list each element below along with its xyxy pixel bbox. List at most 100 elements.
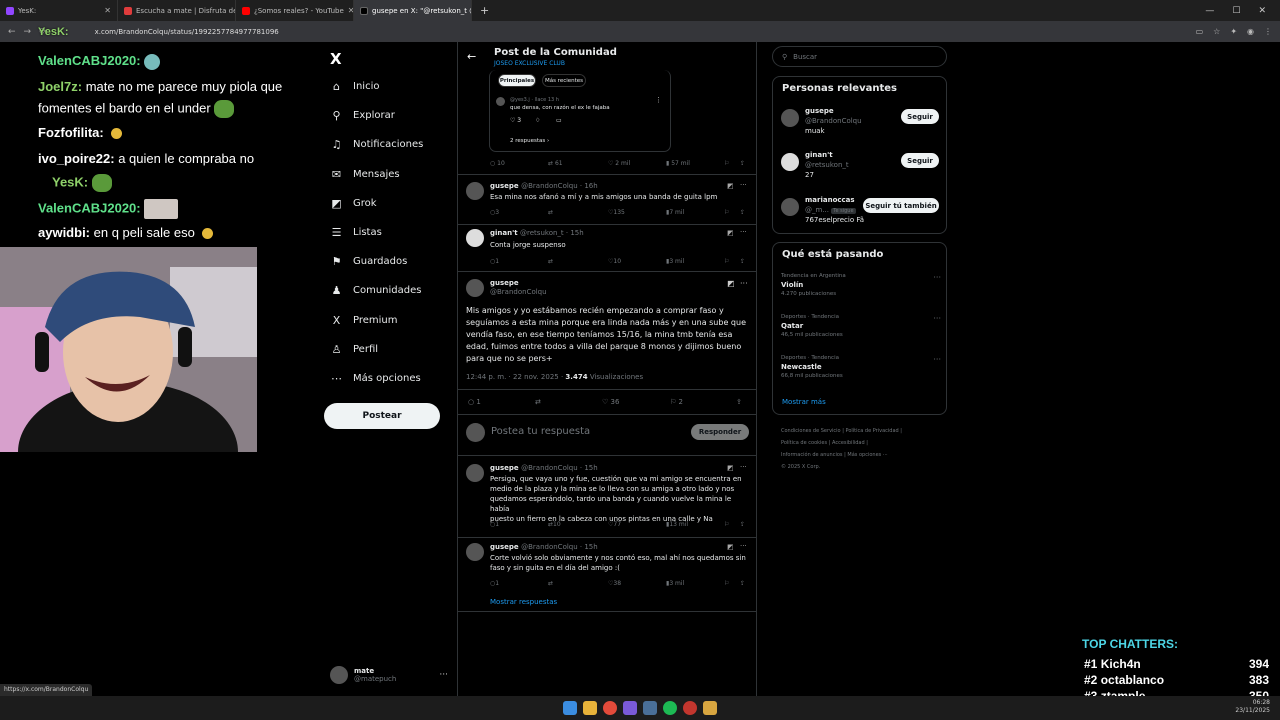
follow-button[interactable]: Seguir [901, 109, 939, 124]
browser-tab[interactable]: Escucha a mate | Disfruta de la✕ [118, 0, 236, 21]
post-button[interactable]: Postear [324, 403, 440, 429]
community-name[interactable]: JOSEO EXCLUSIVE CLUB [494, 60, 565, 67]
replies-link[interactable]: 2 respuestas › [510, 138, 549, 144]
system-clock[interactable]: 06:28 23/11/2025 [1235, 699, 1270, 715]
reply-icon[interactable]: ○ 10 [490, 160, 505, 167]
share-icon[interactable]: ⇪ [740, 209, 745, 216]
reply-author[interactable]: gusepe @BrandonColqu · 15h [490, 543, 598, 551]
obs-icon[interactable] [683, 701, 697, 715]
start-icon[interactable] [563, 701, 577, 715]
like-icon[interactable]: ♡ 38 [608, 580, 621, 587]
trend-item[interactable]: Tendencia en Argentina Violín 4.270 public… [781, 273, 941, 297]
comment-icon[interactable]: ▭ [556, 117, 562, 124]
search-input[interactable]: ⚲ Buscar [772, 46, 947, 67]
star-icon[interactable]: ☆ [1213, 27, 1220, 36]
bookmark-icon[interactable]: ⚐ [724, 521, 729, 528]
trend-item[interactable]: Deportes · Tendencia Newcastle 66,8 mil pu… [781, 355, 941, 379]
reply-input[interactable]: Postea tu respuesta [491, 426, 590, 437]
reply-author[interactable]: ginan't @retsukon_t · 15h [490, 229, 584, 237]
close-window-icon[interactable]: ✕ [1258, 6, 1266, 16]
grok-icon[interactable]: ◩ [727, 279, 735, 288]
bookmark-icon[interactable]: ⚐ [724, 209, 729, 216]
more-horizontal-icon[interactable]: ··· [740, 228, 747, 236]
reply-icon[interactable]: ○ 1 [490, 258, 499, 265]
nav-item-notificaciones[interactable]: ♫ Notificaciones [330, 138, 424, 151]
bookmark-icon[interactable]: ⚐ [724, 580, 729, 587]
menu-icon[interactable]: ⋮ [1264, 27, 1272, 36]
bookmark-icon[interactable]: ⚐ 2 [670, 398, 683, 406]
like-icon[interactable]: ♡ 3 [510, 117, 521, 124]
nav-item-guardados[interactable]: ⚑ Guardados [330, 255, 408, 268]
more-horizontal-icon[interactable]: ··· [933, 314, 941, 323]
chrome-icon[interactable] [603, 701, 617, 715]
reply-icon[interactable]: ○ 1 [468, 398, 481, 406]
spotify-icon[interactable] [663, 701, 677, 715]
more-horizontal-icon[interactable]: ··· [933, 355, 941, 364]
footer-link[interactable]: Más opciones ··· [847, 452, 887, 458]
nav-item-explorar[interactable]: ⚲ Explorar [330, 109, 394, 122]
like-icon[interactable]: ♡ 77 [608, 521, 621, 528]
person-item[interactable]: ginan't @retsukon_t 27 Seguir [781, 151, 941, 185]
repost-icon[interactable]: ⇄ 10 [548, 521, 561, 528]
avatar[interactable] [466, 543, 484, 561]
share-icon[interactable]: ⇪ [740, 258, 745, 265]
more-horizontal-icon[interactable]: ··· [740, 542, 747, 550]
more-horizontal-icon[interactable]: ··· [439, 670, 448, 680]
browser-tab-active[interactable]: gusepe en X: "@retsukon_t @✕ [354, 0, 472, 21]
bookmark-icon[interactable]: ⚐ [724, 258, 729, 265]
avatar[interactable] [466, 182, 484, 200]
repost-icon[interactable]: ⇄ [548, 258, 553, 265]
nav-item-listas[interactable]: ☰ Listas [330, 226, 382, 239]
post-author-handle[interactable]: @BrandonColqu [490, 288, 547, 296]
show-replies-link[interactable]: Mostrar respuestas [490, 598, 557, 606]
footer-link[interactable]: Política de cookies [781, 440, 827, 446]
dislike-icon[interactable]: ♢ [535, 117, 540, 124]
app-icon[interactable] [703, 701, 717, 715]
repost-icon[interactable]: ⇄ [535, 398, 541, 406]
minimize-icon[interactable]: — [1205, 6, 1214, 16]
post-author-name[interactable]: gusepe [490, 279, 519, 287]
trend-item[interactable]: Deportes · Tendencia Qatar 46,5 mil public… [781, 314, 941, 338]
x-logo-icon[interactable]: X [330, 50, 342, 68]
reply-icon[interactable]: ○ 3 [490, 209, 499, 216]
nav-item-grok[interactable]: ◩ Grok [330, 197, 376, 210]
repost-icon[interactable]: ⇄ 61 [548, 160, 563, 167]
avatar[interactable] [466, 229, 484, 247]
views-icon[interactable]: ▮ 3 mil [666, 580, 684, 587]
reply-button[interactable]: Responder [691, 424, 749, 440]
nav-item-comunidades[interactable]: ♟ Comunidades [330, 284, 422, 297]
tab-principales[interactable]: Principales [498, 74, 536, 87]
new-tab-icon[interactable]: + [472, 4, 497, 17]
like-icon[interactable]: ♡ 2 mil [608, 160, 630, 167]
share-icon[interactable]: ⇪ [736, 398, 742, 406]
nav-item-mensajes[interactable]: ✉ Mensajes [330, 168, 400, 181]
views-icon[interactable]: ▮ 57 mil [666, 160, 690, 167]
reply-author[interactable]: gusepe @BrandonColqu · 16h [490, 182, 598, 190]
nav-item-premium[interactable]: X Premium [330, 314, 398, 327]
grok-icon[interactable]: ◩ [727, 543, 734, 551]
avatar[interactable] [466, 279, 484, 297]
footer-link[interactable]: Información de anuncios [781, 452, 843, 458]
like-icon[interactable]: ♡ 36 [602, 398, 619, 406]
reply-author[interactable]: gusepe @BrandonColqu · 15h [490, 464, 598, 472]
account-switcher[interactable]: mate @matepuch ··· [330, 662, 448, 688]
repost-icon[interactable]: ⇄ [548, 580, 553, 587]
like-icon[interactable]: ♡ 135 [608, 209, 625, 216]
person-item[interactable]: marianoccas @_m... Te sigue 767eselpreci… [781, 196, 941, 230]
bookmark-icon[interactable]: ⚐ [724, 160, 729, 167]
follow-button[interactable]: Seguir [901, 153, 939, 168]
more-horizontal-icon[interactable]: ··· [740, 279, 748, 288]
reply-icon[interactable]: ○ 1 [490, 521, 499, 528]
person-item[interactable]: gusepe @BrandonColqu muak Seguir [781, 107, 941, 141]
share-icon[interactable]: ⇪ [740, 580, 745, 587]
steam-icon[interactable] [643, 701, 657, 715]
browser-tab[interactable]: ¿Somos reales? - YouTube ✕ [236, 0, 354, 21]
repost-icon[interactable]: ⇄ [548, 209, 553, 216]
more-horizontal-icon[interactable]: ··· [933, 273, 941, 282]
community-quote-card[interactable]: Principales Más recientes @yes3.j · llac… [489, 70, 671, 152]
file-explorer-icon[interactable] [583, 701, 597, 715]
grok-icon[interactable]: ◩ [727, 182, 734, 190]
share-icon[interactable]: ⇪ [740, 160, 745, 167]
browser-tab[interactable]: YesK: ✕ [0, 0, 118, 21]
share-icon[interactable]: ⇪ [740, 521, 745, 528]
